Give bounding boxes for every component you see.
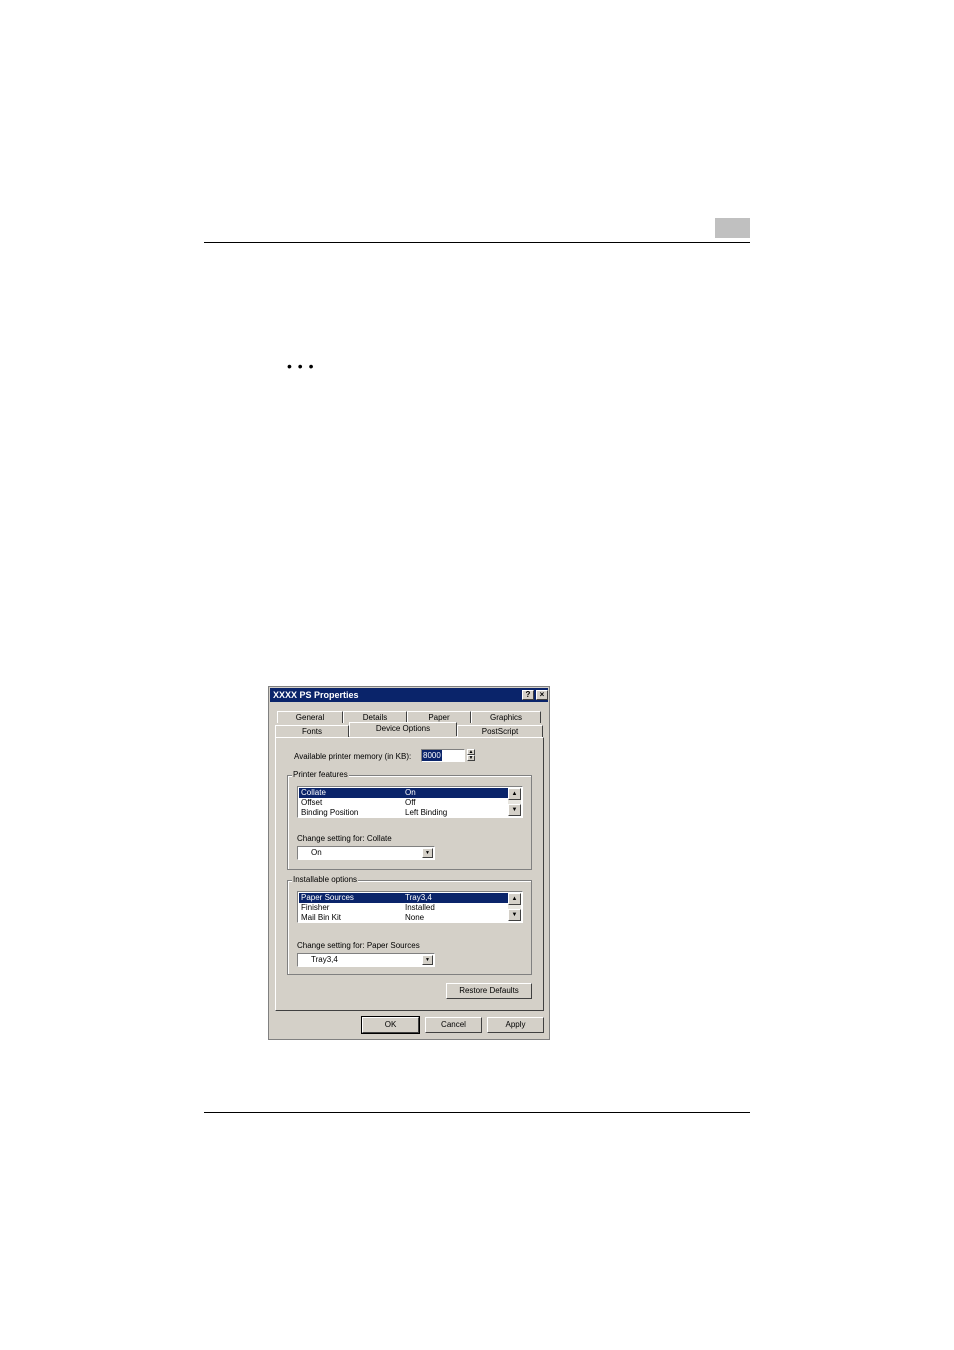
paper-sources-select-value: Tray3,4 — [311, 955, 338, 964]
apply-button[interactable]: Apply — [487, 1017, 544, 1033]
page-number-tab — [715, 218, 750, 238]
feature-value: On — [405, 788, 416, 797]
option-name: Paper Sources — [301, 893, 354, 902]
change-setting-label: Change setting for: Paper Sources — [297, 941, 420, 950]
feature-name: Collate — [301, 788, 326, 797]
spin-down-icon[interactable]: ▼ — [467, 755, 475, 761]
list-item[interactable]: Finisher Installed — [299, 903, 508, 913]
close-button[interactable]: × — [536, 690, 548, 700]
footer-rule — [204, 1112, 750, 1113]
scroll-down-icon[interactable]: ▼ — [508, 804, 521, 816]
memory-spinner[interactable]: ▲ ▼ — [467, 749, 475, 762]
collate-select[interactable]: On ▼ — [297, 846, 435, 860]
printer-features-list[interactable]: Collate On Offset Off Binding Position L… — [297, 786, 523, 818]
tab-device-options[interactable]: Device Options — [349, 722, 457, 736]
feature-name: Binding Position — [301, 808, 359, 817]
tab-general[interactable]: General — [277, 711, 343, 723]
option-name: Mail Bin Kit — [301, 913, 342, 922]
cancel-button[interactable]: Cancel — [425, 1017, 482, 1033]
list-item[interactable]: Binding Position Left Binding — [299, 808, 508, 818]
installable-options-list[interactable]: Paper Sources Tray3,4 Finisher Installed… — [297, 891, 523, 923]
memory-label: Available printer memory (in KB): — [294, 752, 412, 761]
properties-dialog: XXXX PS Properties ? × General Details P… — [268, 686, 550, 1040]
chevron-down-icon[interactable]: ▼ — [422, 848, 433, 858]
change-setting-label: Change setting for: Collate — [297, 834, 392, 843]
installable-options-scrollbar[interactable]: ▲ ▼ — [508, 893, 521, 921]
feature-value: Off — [405, 798, 416, 807]
printer-features-group: Printer features Collate On Offset Off B… — [287, 770, 532, 870]
list-item[interactable]: Collate On — [299, 788, 508, 798]
scroll-up-icon[interactable]: ▲ — [508, 893, 521, 905]
tab-postscript[interactable]: PostScript — [457, 725, 543, 737]
tab-fonts[interactable]: Fonts — [275, 725, 349, 737]
printer-features-scrollbar[interactable]: ▲ ▼ — [508, 788, 521, 816]
printer-features-title: Printer features — [292, 770, 349, 779]
installable-options-title: Installable options — [292, 875, 359, 884]
list-item[interactable]: Paper Sources Tray3,4 — [299, 893, 508, 903]
option-value: None — [405, 913, 425, 922]
dialog-title: XXXX PS Properties — [273, 690, 359, 700]
list-item[interactable]: Mail Bin Kit None — [299, 913, 508, 923]
scroll-up-icon[interactable]: ▲ — [508, 788, 521, 800]
installable-options-group: Installable options Paper Sources Tray3,… — [287, 875, 532, 975]
ok-button[interactable]: OK — [361, 1016, 420, 1034]
ellipsis-marker: • • • — [287, 358, 315, 374]
memory-input[interactable]: 8000 — [421, 749, 465, 762]
memory-value: 8000 — [422, 750, 442, 761]
tab-graphics[interactable]: Graphics — [471, 711, 541, 723]
option-value: Tray3,4 — [405, 893, 432, 902]
option-value: Installed — [405, 903, 435, 912]
paper-sources-select[interactable]: Tray3,4 ▼ — [297, 953, 435, 967]
feature-name: Offset — [301, 798, 323, 807]
option-name: Finisher — [301, 903, 330, 912]
header-rule — [204, 242, 750, 243]
title-bar: XXXX PS Properties ? × — [270, 688, 548, 702]
list-item[interactable]: Offset Off — [299, 798, 508, 808]
chevron-down-icon[interactable]: ▼ — [422, 955, 433, 965]
restore-defaults-button[interactable]: Restore Defaults — [446, 983, 532, 999]
help-button[interactable]: ? — [522, 690, 534, 700]
collate-select-value: On — [311, 848, 322, 857]
feature-value: Left Binding — [405, 808, 448, 817]
scroll-down-icon[interactable]: ▼ — [508, 909, 521, 921]
